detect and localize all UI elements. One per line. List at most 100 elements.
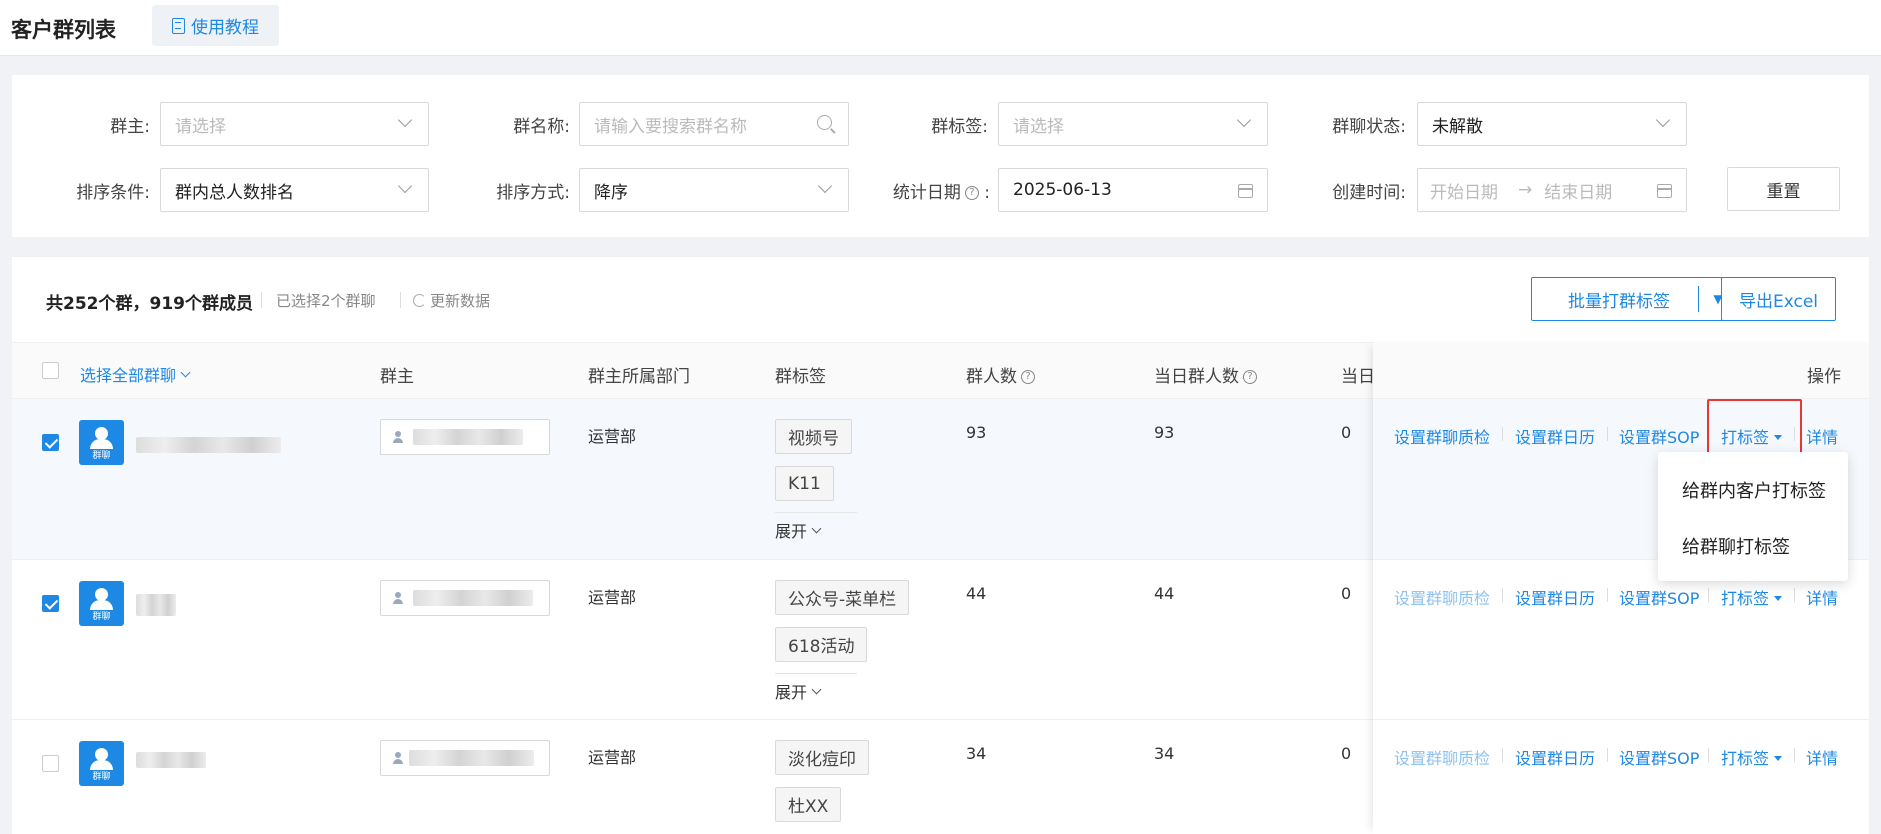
divider xyxy=(261,292,262,308)
owner-placeholder: 请选择 xyxy=(175,116,226,137)
tutorial-label: 使用教程 xyxy=(191,18,259,38)
column-actions: 操作 xyxy=(1807,367,1841,387)
stat-date-picker[interactable]: 2025-06-13 xyxy=(998,168,1268,212)
chevron-down-icon xyxy=(811,684,822,694)
set-group-calendar-link[interactable]: 设置群日历 xyxy=(1515,424,1595,448)
group-avatar: 群聊 xyxy=(79,581,124,626)
owner-select[interactable]: 请选择 xyxy=(160,102,429,146)
select-all-groups-dropdown[interactable]: 选择全部群聊 xyxy=(80,362,191,386)
caret-down-icon xyxy=(1774,755,1783,761)
avatar-label: 群聊 xyxy=(92,451,111,461)
help-icon[interactable]: ? xyxy=(1021,370,1035,384)
batch-tag-label[interactable]: 批量打群标签 xyxy=(1532,287,1698,312)
divider xyxy=(1607,748,1608,762)
set-quality-check-link[interactable]: 设置群聊质检 xyxy=(1394,424,1490,448)
expand-label: 展开 xyxy=(775,683,808,702)
search-icon[interactable] xyxy=(817,115,832,130)
row-checkbox[interactable] xyxy=(42,755,59,772)
tutorial-button[interactable]: 使用教程 xyxy=(152,5,279,46)
members-cell: 44 xyxy=(966,584,987,603)
department-cell: 运营部 xyxy=(588,427,637,446)
set-group-sop-link[interactable]: 设置群SOP xyxy=(1619,745,1699,769)
reset-button[interactable]: 重置 xyxy=(1727,167,1840,211)
chevron-down-icon xyxy=(1236,112,1252,128)
members-cell: 93 xyxy=(966,423,987,442)
today-other-cell: 0 xyxy=(1341,423,1352,442)
row-checkbox[interactable] xyxy=(42,434,59,451)
created-time-range-picker[interactable]: 开始日期 → 结束日期 xyxy=(1417,168,1687,212)
group-name-redacted xyxy=(136,752,206,768)
tag-group-chat-option[interactable]: 给群聊打标签 xyxy=(1682,533,1790,559)
user-icon xyxy=(393,431,403,443)
divider xyxy=(1708,588,1709,602)
tag-dropdown-link[interactable]: 打标签 xyxy=(1721,745,1783,769)
help-icon[interactable]: ? xyxy=(964,186,979,200)
set-quality-check-link[interactable]: 设置群聊质检 xyxy=(1394,745,1490,769)
group-name-search-input[interactable]: 请输入要搜索群名称 xyxy=(579,102,849,146)
column-owner: 群主 xyxy=(380,367,414,387)
chevron-down-icon xyxy=(817,178,833,194)
divider xyxy=(1794,748,1795,762)
export-excel-button[interactable]: 导出Excel xyxy=(1721,277,1836,321)
tag-dropdown-link[interactable]: 打标签 xyxy=(1721,585,1783,609)
user-icon xyxy=(393,752,403,764)
sort-condition-value: 群内总人数排名 xyxy=(175,182,294,203)
group-tag-placeholder: 请选择 xyxy=(1013,116,1064,137)
today-members-cell: 34 xyxy=(1154,744,1175,763)
chevron-down-icon xyxy=(180,367,191,377)
avatar-label: 群聊 xyxy=(92,612,111,622)
highlight-box xyxy=(1707,399,1802,454)
divider xyxy=(1502,427,1503,441)
group-tag: 视频号 xyxy=(775,419,852,454)
refresh-data-button[interactable]: 更新数据 xyxy=(413,290,490,311)
stat-date-label-colon: : xyxy=(984,183,990,203)
group-name-placeholder: 请输入要搜索群名称 xyxy=(594,116,747,137)
group-status-value: 未解散 xyxy=(1432,116,1483,137)
owner-chip xyxy=(380,580,550,616)
batch-tag-button[interactable]: 批量打群标签 ▼ xyxy=(1531,277,1738,321)
tag-dropdown-menu: 给群内客户打标签 给群聊打标签 xyxy=(1658,452,1848,581)
sort-order-label: 排序方式: xyxy=(496,183,570,203)
tag-link-label: 打标签 xyxy=(1721,749,1770,768)
divider xyxy=(1607,588,1608,602)
set-quality-check-link[interactable]: 设置群聊质检 xyxy=(1394,585,1490,609)
owner-filter-label: 群主: xyxy=(110,117,150,137)
set-group-sop-link[interactable]: 设置群SOP xyxy=(1619,424,1699,448)
divider xyxy=(775,512,857,513)
group-status-select[interactable]: 未解散 xyxy=(1417,102,1687,146)
detail-link[interactable]: 详情 xyxy=(1806,585,1838,609)
set-group-calendar-link[interactable]: 设置群日历 xyxy=(1515,745,1595,769)
group-tag: 杜XX xyxy=(775,787,842,822)
page-title: 客户群列表 xyxy=(11,18,116,42)
detail-link[interactable]: 详情 xyxy=(1806,424,1838,448)
sort-order-select[interactable]: 降序 xyxy=(579,168,849,212)
owner-chip xyxy=(380,740,550,776)
expand-tags-button[interactable]: 展开 xyxy=(775,679,822,703)
caret-down-icon xyxy=(1774,595,1783,601)
calendar-icon xyxy=(1238,184,1253,198)
owner-chip xyxy=(380,419,550,455)
help-icon[interactable]: ? xyxy=(1243,370,1257,384)
row-checkbox[interactable] xyxy=(42,595,59,612)
sort-condition-select[interactable]: 群内总人数排名 xyxy=(160,168,429,212)
set-group-calendar-link[interactable]: 设置群日历 xyxy=(1515,585,1595,609)
group-name-redacted xyxy=(136,437,281,453)
group-name-redacted xyxy=(136,594,176,616)
group-tag-select[interactable]: 请选择 xyxy=(998,102,1268,146)
group-avatar: 群聊 xyxy=(79,741,124,786)
department-cell: 运营部 xyxy=(588,588,637,607)
detail-link[interactable]: 详情 xyxy=(1806,745,1838,769)
start-date-placeholder: 开始日期 xyxy=(1430,182,1498,203)
column-today-members: 当日群人数? xyxy=(1154,362,1257,387)
owner-name-redacted xyxy=(413,590,533,606)
set-group-sop-link[interactable]: 设置群SOP xyxy=(1619,585,1699,609)
tag-customers-in-group-option[interactable]: 给群内客户打标签 xyxy=(1682,477,1826,503)
column-tags: 群标签 xyxy=(775,367,826,387)
arrow-right-icon: → xyxy=(1518,180,1533,200)
document-icon xyxy=(172,17,185,34)
expand-tags-button[interactable]: 展开 xyxy=(775,518,822,542)
divider xyxy=(1502,588,1503,602)
select-all-checkbox[interactable] xyxy=(42,362,59,379)
owner-name-redacted xyxy=(409,750,534,766)
divider xyxy=(1794,588,1795,602)
